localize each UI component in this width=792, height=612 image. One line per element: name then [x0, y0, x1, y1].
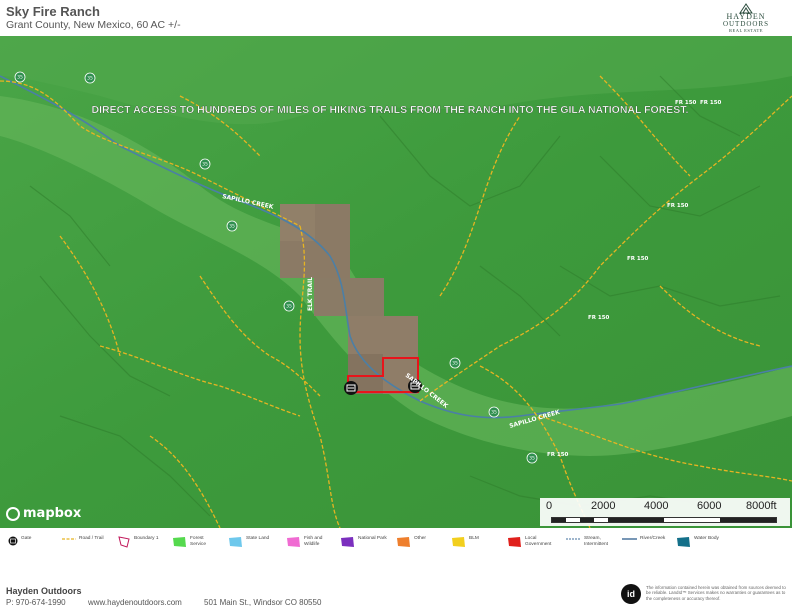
svg-text:35: 35 — [229, 224, 235, 230]
legend-label: Fish and Wildlife — [304, 536, 323, 547]
road-line-icon — [62, 536, 76, 544]
legend-item-other: Other — [396, 536, 426, 550]
blm-swatch-icon — [451, 536, 466, 550]
legend-label: River/Creek — [640, 536, 666, 541]
gate-icon[interactable] — [344, 381, 358, 395]
legend-label: Other — [414, 536, 426, 541]
route-shield: 35 — [14, 71, 26, 83]
scale-ruler — [551, 517, 777, 523]
legend-label: Local Government — [525, 536, 552, 547]
fr150-label: FR 150 — [667, 203, 689, 209]
legend-label: Road / Trail — [79, 536, 104, 541]
route-shield: 35 — [84, 72, 96, 84]
trail-label: ELK TRAIL — [307, 277, 314, 311]
state-land-swatch-icon — [228, 536, 243, 550]
legend-item-national-park: National Park — [340, 536, 387, 550]
company-address: 501 Main St., Windsor CO 80550 — [204, 598, 322, 607]
legend-label: State Land — [246, 536, 270, 541]
national-park-swatch-icon — [340, 536, 355, 550]
legend-label: Gate — [21, 536, 32, 541]
fr150-label: FR 150 — [627, 256, 649, 262]
svg-text:35: 35 — [529, 456, 535, 462]
legend-item-boundary: Boundary 1 — [118, 536, 159, 550]
svg-text:35: 35 — [87, 76, 93, 82]
stream-line-icon — [566, 536, 581, 544]
fr150-label: FR 150 — [700, 100, 722, 106]
route-shield: 35 — [283, 300, 295, 312]
svg-text:35: 35 — [202, 162, 208, 168]
scale-tick-label: 4000 — [644, 500, 669, 512]
legend-item-stream: Stream, Intermittent — [566, 536, 612, 548]
fish-wildlife-swatch-icon — [286, 536, 301, 550]
svg-text:35: 35 — [491, 410, 497, 416]
scale-tick-label: 0 — [546, 500, 553, 512]
logo-mark-icon — [739, 3, 753, 14]
map-legend: Gate Road / Trail Boundary 1 Forest Serv… — [0, 536, 792, 556]
scale-tick-label: 6000 — [697, 500, 722, 512]
route-shield: 35 — [526, 452, 538, 464]
mapbox-logo-icon — [6, 506, 20, 521]
map-title: Sky Fire Ranch — [6, 4, 100, 19]
mapbox-attribution[interactable]: mapbox — [6, 506, 81, 521]
route-shield: 35 — [488, 406, 500, 418]
legend-label: National Park — [358, 536, 387, 541]
legend-item-forest-service: Forest Service — [172, 536, 216, 550]
banner-text: DIRECT ACCESS TO HUNDREDS OF MILES OF HI… — [92, 104, 689, 116]
local-government-swatch-icon — [507, 536, 522, 550]
map-canvas[interactable]: 35 35 35 35 35 35 35 35 FR 150 FR 150 FR… — [0, 36, 792, 528]
route-shield: 35 — [226, 220, 238, 232]
legend-item-gate: Gate — [8, 536, 31, 548]
legend-label: Forest Service — [190, 536, 206, 547]
legend-item-local-government: Local Government — [507, 536, 555, 550]
scale-tick-label: 8000ft — [746, 500, 777, 512]
legend-item-water-body: Water Body — [676, 536, 719, 550]
legend-item-state-land: State Land — [228, 536, 269, 550]
fr150-label: FR 150 — [588, 315, 610, 321]
route-shield: 35 — [449, 357, 461, 369]
legend-label: Stream, Intermittent — [584, 536, 608, 547]
company-phone[interactable]: P: 970-674-1990 — [6, 598, 66, 607]
header: Sky Fire Ranch Grant County, New Mexico,… — [0, 0, 792, 36]
company-website-link[interactable]: www.haydenoutdoors.com — [88, 598, 182, 607]
legend-item-fish-wildlife: Fish and Wildlife — [286, 536, 328, 550]
other-swatch-icon — [396, 536, 411, 550]
logo-line-2: OUTDOORS — [722, 20, 770, 28]
landid-logo-icon: id — [621, 584, 641, 604]
boundary-outline-icon — [118, 536, 131, 550]
legend-item-blm: BLM — [451, 536, 479, 550]
svg-text:35: 35 — [286, 304, 292, 310]
legend-item-river: River/Creek — [622, 536, 665, 544]
legend-label: BLM — [469, 536, 479, 541]
terrain-map[interactable]: 35 35 35 35 35 35 35 35 FR 150 FR 150 FR… — [0, 36, 792, 528]
legend-label: Boundary 1 — [134, 536, 159, 541]
scale-bar: 0 2000 4000 6000 8000ft — [540, 498, 790, 526]
forest-service-swatch-icon — [172, 536, 187, 550]
legend-label: Water Body — [694, 536, 719, 541]
water-body-swatch-icon — [676, 536, 691, 550]
gate-icon — [8, 536, 18, 548]
route-shield: 35 — [199, 158, 211, 170]
scale-tick-label: 2000 — [591, 500, 616, 512]
disclaimer-text: The information contained herein was obt… — [646, 585, 786, 601]
river-line-icon — [622, 536, 637, 544]
company-name: Hayden Outdoors — [6, 586, 82, 596]
footer: Hayden Outdoors P: 970-674-1990 www.hayd… — [0, 584, 792, 612]
svg-text:35: 35 — [17, 75, 23, 81]
legend-item-road: Road / Trail — [62, 536, 104, 544]
map-subtitle: Grant County, New Mexico, 60 AC +/- — [6, 19, 181, 31]
logo-line-3: REAL ESTATE — [728, 28, 764, 33]
mapbox-wordmark: mapbox — [23, 506, 82, 521]
fr150-label: FR 150 — [547, 452, 569, 458]
hayden-outdoors-logo: HAYDEN OUTDOORS REAL ESTATE — [716, 2, 776, 36]
svg-text:35: 35 — [452, 361, 458, 367]
